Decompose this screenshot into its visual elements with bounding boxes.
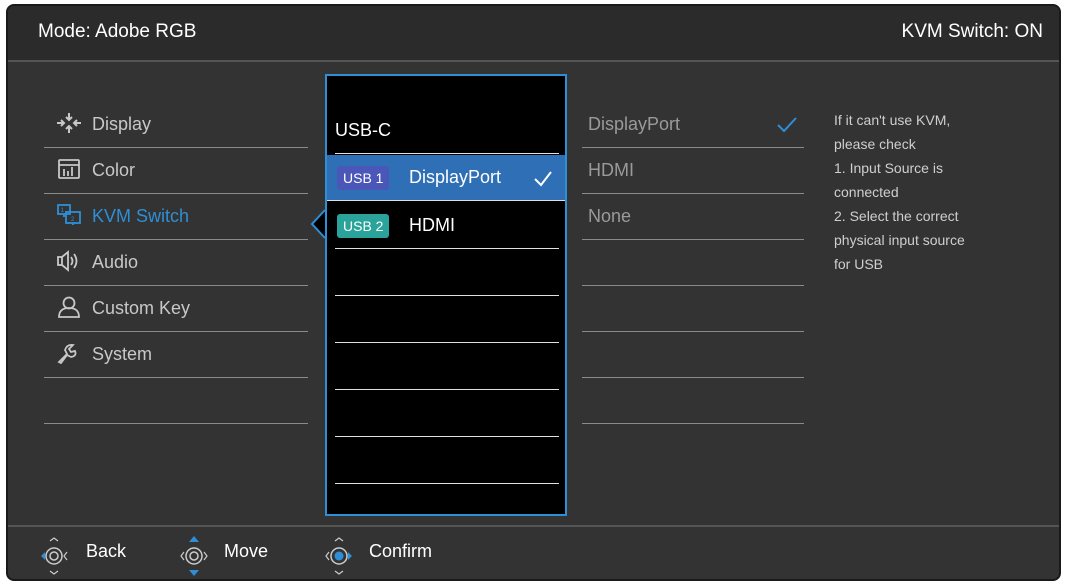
main-menu: Display Color 1 2 KVM Switch Audio Custo… bbox=[44, 102, 308, 424]
kvm-status-label: KVM Switch: ON bbox=[901, 21, 1043, 42]
help-line: for USB bbox=[834, 256, 884, 272]
submenu-empty-row bbox=[335, 344, 559, 390]
usb-c-label: USB-C bbox=[335, 120, 392, 140]
audio-icon bbox=[57, 250, 78, 272]
confirm-label: Confirm bbox=[369, 541, 433, 561]
menu-item-audio[interactable]: Audio bbox=[44, 240, 308, 286]
empty-row bbox=[582, 286, 804, 332]
submenu-option-usb1[interactable]: USB 1 DisplayPort bbox=[327, 155, 565, 201]
menu-item-label: Color bbox=[92, 160, 136, 180]
menu-item-custom-key[interactable]: Custom Key bbox=[44, 286, 308, 332]
checkmark-icon bbox=[777, 117, 797, 133]
color-icon bbox=[58, 159, 80, 179]
kvm-switch-icon: 1 2 bbox=[57, 204, 81, 225]
source-option-hdmi[interactable]: HDMI bbox=[582, 148, 804, 194]
option-label: HDMI bbox=[409, 215, 455, 235]
help-line: connected bbox=[834, 184, 899, 200]
empty-row bbox=[582, 240, 804, 286]
joystick-left-icon bbox=[41, 537, 68, 575]
usb1-badge: USB 1 bbox=[337, 166, 390, 190]
menu-item-color[interactable]: Color bbox=[44, 148, 308, 194]
joystick-confirm-icon bbox=[325, 537, 352, 575]
checkmark-icon bbox=[534, 171, 552, 187]
source-option-displayport[interactable]: DisplayPort bbox=[582, 102, 804, 148]
kvm-help-text: If it can't use KVM, please check 1. Inp… bbox=[834, 108, 1034, 276]
submenu-empty-row bbox=[335, 297, 559, 343]
custom-key-icon bbox=[58, 296, 80, 318]
menu-item-display[interactable]: Display bbox=[44, 102, 308, 148]
empty-row bbox=[582, 378, 804, 424]
option-label: DisplayPort bbox=[588, 114, 681, 134]
menu-item-label: KVM Switch bbox=[92, 206, 190, 226]
menu-item-kvm-switch[interactable]: 1 2 KVM Switch bbox=[44, 194, 308, 240]
help-line: please check bbox=[834, 136, 916, 152]
osd-window: Mode: Adobe RGB KVM Switch: ON Display C… bbox=[6, 4, 1061, 581]
menu-item-system[interactable]: System bbox=[44, 332, 308, 378]
submenu-option-usb2[interactable]: USB 2 HDMI bbox=[335, 203, 559, 249]
source-option-none[interactable]: None bbox=[582, 194, 804, 240]
usb2-badge: USB 2 bbox=[337, 214, 390, 238]
move-label: Move bbox=[224, 541, 269, 561]
menu-divider bbox=[44, 378, 308, 424]
joystick-up-down-icon bbox=[180, 536, 208, 576]
help-line: If it can't use KVM, bbox=[834, 112, 951, 128]
help-line: 2. Select the correct bbox=[834, 208, 959, 224]
menu-pointer-icon bbox=[310, 209, 326, 239]
menu-item-label: Custom Key bbox=[92, 298, 191, 318]
menu-item-label: Audio bbox=[92, 252, 139, 272]
submenu-empty-row bbox=[335, 391, 559, 437]
menu-item-label: System bbox=[92, 344, 153, 364]
help-line: 1. Input Source is bbox=[834, 160, 943, 176]
back-label: Back bbox=[86, 541, 127, 561]
empty-row bbox=[582, 332, 804, 378]
submenu-empty-row bbox=[335, 438, 559, 484]
display-icon bbox=[57, 113, 81, 133]
option-label: None bbox=[588, 206, 632, 226]
source-options: DisplayPort HDMI None bbox=[582, 102, 804, 424]
help-line: physical input source bbox=[834, 232, 965, 248]
submenu-empty-row bbox=[335, 250, 559, 296]
kvm-submenu: USB-C USB 1 DisplayPort USB 2 HDMI bbox=[325, 74, 567, 516]
menu-item-label: Display bbox=[92, 114, 152, 134]
mode-label: Mode: Adobe RGB bbox=[38, 21, 197, 42]
option-label: HDMI bbox=[588, 160, 634, 180]
option-label: DisplayPort bbox=[409, 167, 502, 187]
header-bar: Mode: Adobe RGB KVM Switch: ON bbox=[8, 6, 1059, 62]
submenu-title: USB-C bbox=[335, 108, 559, 154]
system-icon bbox=[57, 343, 77, 364]
footer-bar: Back Move Confirm bbox=[8, 525, 1059, 579]
